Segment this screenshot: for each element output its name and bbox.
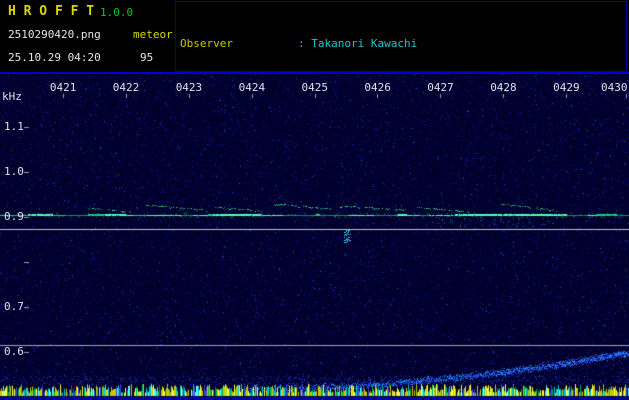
header: H R O F F T 1.0.0 2510290420.png meteor …	[0, 0, 629, 188]
mode-label: meteor	[133, 28, 173, 41]
output-filename: 2510290420.png	[8, 28, 101, 41]
time-tick-label: 0424	[238, 81, 266, 94]
info-label: Observer	[180, 36, 233, 50]
time-tick-label: 0427	[427, 81, 454, 94]
spectrogram: kHz 0421 0422 0423 0424 0425 0426 0427 0428 0429…	[0, 74, 629, 400]
info-value: : Takanori Kawachi	[298, 36, 418, 50]
info-row: Observer : Takanori Kawachi	[180, 36, 550, 51]
hrofft-output-window: H R O F F T 1.0.0 2510290420.png meteor …	[0, 0, 629, 400]
freq-tick-label: 0.6	[4, 345, 24, 358]
app-version: 1.0.0	[100, 6, 134, 19]
freq-tick-label: 1.1	[4, 120, 24, 133]
time-tick-label: 0423	[175, 81, 203, 94]
time-tick-label: 0428	[490, 81, 517, 94]
freq-axis-unit: kHz	[2, 90, 22, 103]
time-tick-label: 0430	[601, 81, 628, 94]
spectrogram-canvas	[0, 74, 629, 400]
level-count: 95	[140, 51, 154, 64]
app-title: H R O F F T	[8, 4, 95, 19]
time-tick-label: 0425	[301, 81, 329, 94]
freq-tick-label: 1.0	[4, 165, 24, 178]
time-tick-label: 0422	[112, 81, 140, 94]
freq-tick-label: 0.7	[4, 300, 24, 313]
time-tick-label: 0421	[49, 81, 77, 94]
freq-tick-label: 0.9	[4, 210, 24, 223]
time-tick-label: 0426	[364, 81, 391, 94]
time-tick-label: 0429	[553, 81, 580, 94]
datetime-label: 25.10.29 04:20	[8, 51, 101, 64]
